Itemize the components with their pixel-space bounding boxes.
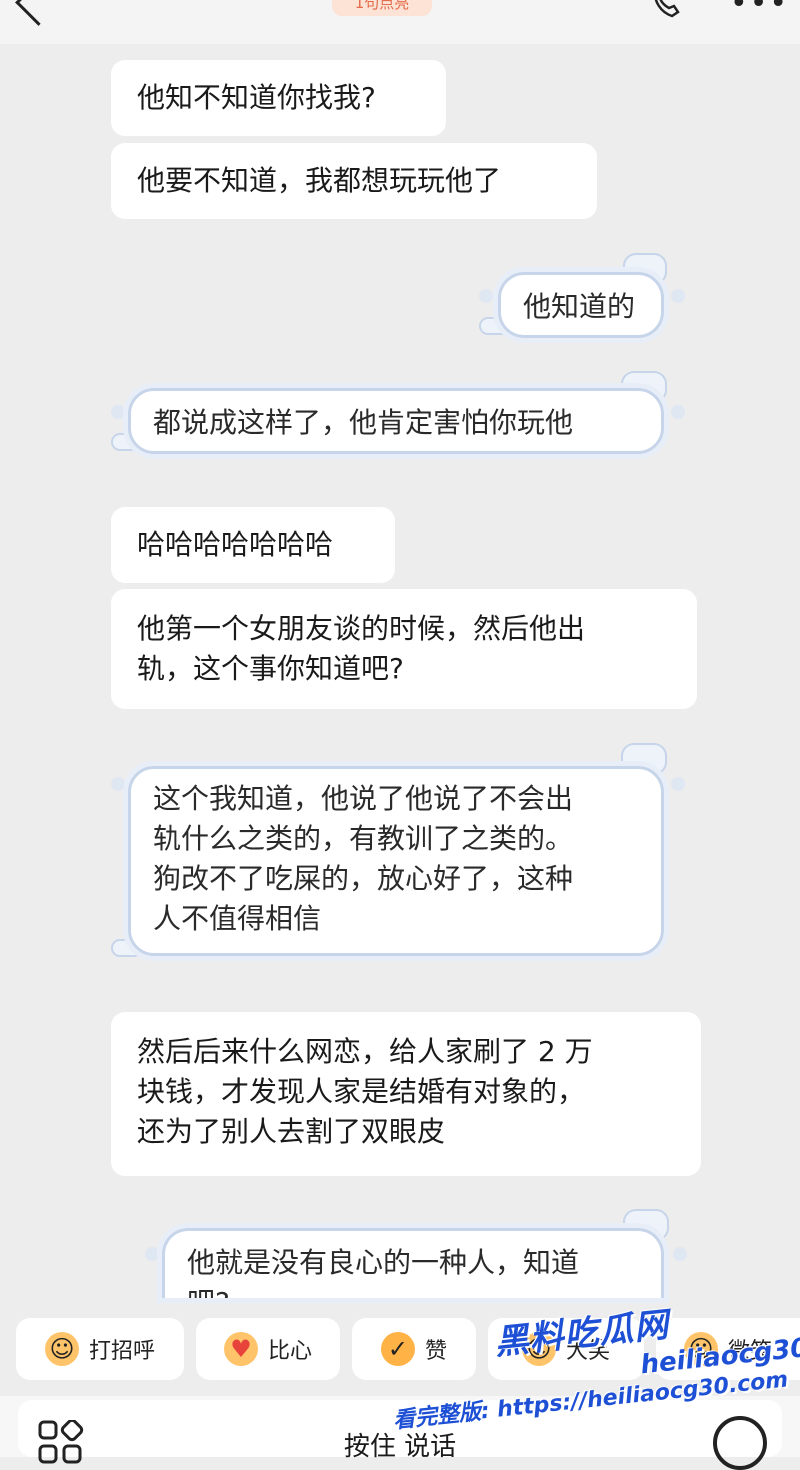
message-left: 然后后来什么网恋，给人家刷了 2 万 块钱，才发现人家是结婚有对象的， 还为了别… [111,1012,701,1176]
quick-reply-like[interactable]: ✓ 赞 [352,1318,476,1380]
more-icon[interactable]: ••• [730,0,789,21]
message-left: 他知不知道你找我? [111,60,446,136]
message-line: 人不值得相信 [153,902,322,935]
quick-reply-greet[interactable]: ☺ 打招呼 [16,1318,184,1380]
message-line: 轨，这个事你知道吧? [137,652,404,685]
keyboard-icon[interactable] [713,1416,767,1470]
quick-reply-label: 比心 [267,1339,312,1364]
message-line: 这个我知道，他说了他说了不会出 [153,782,574,815]
message-line: 他就是没有良心的一种人，知道 [187,1246,580,1279]
message-text: 他要不知道，我都想玩玩他了 [137,164,502,197]
quick-reply-label: 赞 [424,1339,447,1364]
top-pill[interactable]: 1句点亮 [332,0,432,16]
thumbs-up-icon: ✓ [380,1332,415,1366]
quick-reply-label: 打招呼 [88,1339,155,1364]
heart-hands-emoji-icon: ♥ [223,1332,258,1366]
message-line: 他第一个女朋友谈的时候，然后他出 [137,612,586,645]
message-right-decorated: 这个我知道，他说了他说了不会出 轨什么之类的，有教训了之类的。 狗改不了吃屎的，… [128,766,664,956]
wave-emoji-icon: ☺ [44,1332,79,1366]
message-line: 吧? [187,1283,639,1298]
message-left: 哈哈哈哈哈哈哈 [111,507,395,583]
message-line: 然后后来什么网恋，给人家刷了 2 万 [137,1035,593,1068]
message-line: 还为了别人去割了双眼皮 [137,1115,446,1148]
message-right-decorated: 都说成这样了，他肯定害怕你玩他 [128,388,664,454]
message-left: 他要不知道，我都想玩玩他了 [111,143,597,219]
message-line: 块钱，才发现人家是结婚有对象的， [137,1075,586,1108]
message-line: 轨什么之类的，有教训了之类的。 [153,822,574,855]
message-text: 他知道的 [523,290,636,323]
message-line: 狗改不了吃屎的，放心好了，这种 [153,862,574,895]
quick-reply-heart[interactable]: ♥ 比心 [196,1318,340,1380]
phone-icon[interactable] [650,0,688,18]
apps-grid-icon[interactable] [38,1420,84,1466]
message-text: 哈哈哈哈哈哈哈 [137,528,334,561]
message-left: 他第一个女朋友谈的时候，然后他出 轨，这个事你知道吧? [111,589,697,709]
message-right-decorated: 他知道的 [498,272,664,338]
message-right-decorated: 他就是没有良心的一种人，知道 吧? [162,1228,664,1298]
message-text: 都说成这样了，他肯定害怕你玩他 [153,406,574,439]
message-text: 他知不知道你找我? [137,81,376,114]
